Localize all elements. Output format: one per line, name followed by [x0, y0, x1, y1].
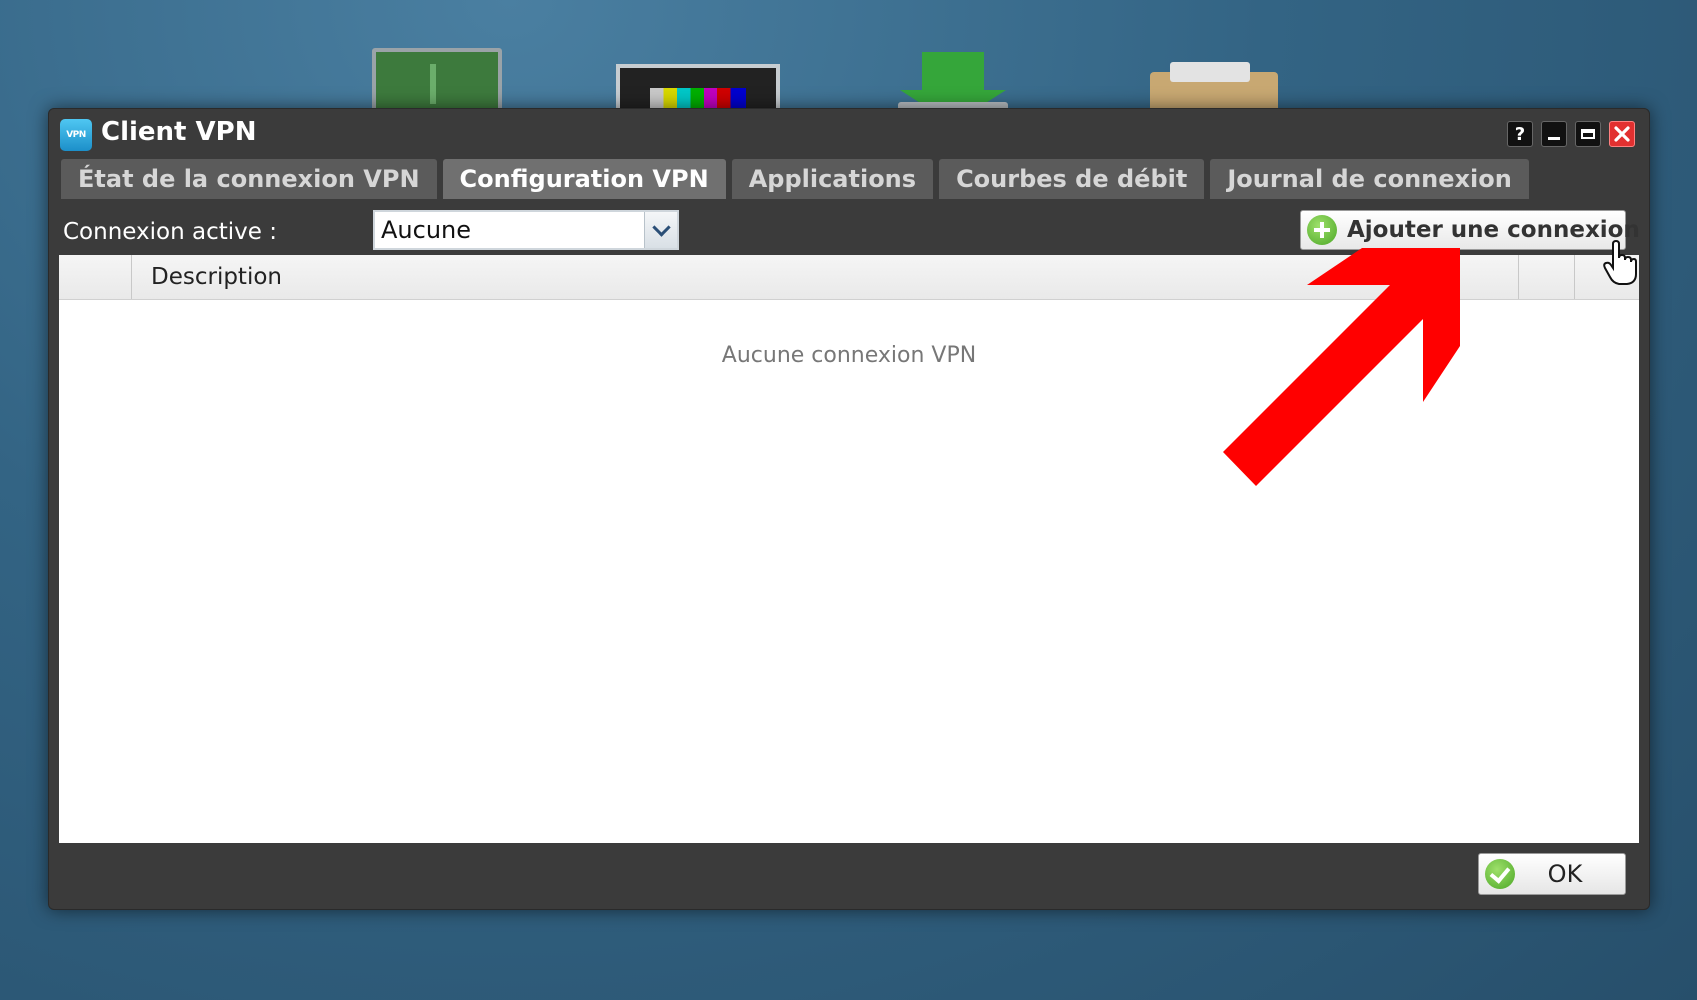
plus-icon	[1307, 215, 1337, 245]
table-header: Description	[59, 255, 1639, 300]
tab-courbes-debit[interactable]: Courbes de débit	[939, 159, 1205, 199]
connections-table: Description Aucune connexion VPN	[59, 255, 1639, 843]
help-button[interactable]: ?	[1507, 121, 1533, 147]
vpn-client-window: VPN Client VPN ? État de la connexion VP…	[48, 108, 1650, 910]
tab-bar: État de la connexion VPN Configuration V…	[61, 159, 1529, 201]
column-separator[interactable]	[1574, 255, 1575, 299]
add-connection-label: Ajouter une connexion	[1347, 217, 1640, 243]
hand-cursor-icon	[1603, 240, 1637, 285]
ok-button[interactable]: OK	[1478, 853, 1626, 895]
close-icon	[1614, 126, 1630, 142]
maximize-icon	[1581, 129, 1595, 139]
title-bar[interactable]: VPN Client VPN ?	[49, 109, 1649, 155]
vpn-app-icon: VPN	[60, 119, 92, 151]
add-connection-button[interactable]: Ajouter une connexion	[1300, 210, 1640, 250]
column-separator[interactable]	[131, 255, 132, 299]
active-connection-label: Connexion active :	[63, 219, 277, 245]
tab-journal-connexion[interactable]: Journal de connexion	[1210, 159, 1529, 199]
tab-applications[interactable]: Applications	[731, 159, 934, 199]
maximize-button[interactable]	[1575, 121, 1601, 147]
dropdown-button[interactable]	[644, 212, 677, 248]
check-icon	[1485, 859, 1515, 889]
tab-configuration-vpn[interactable]: Configuration VPN	[442, 159, 726, 199]
active-connection-value: Aucune	[381, 216, 472, 244]
empty-table-message: Aucune connexion VPN	[721, 343, 977, 368]
active-connection-select[interactable]: Aucune	[373, 210, 679, 250]
column-separator[interactable]	[1518, 255, 1519, 299]
minimize-button[interactable]	[1541, 121, 1567, 147]
tab-etat-connexion[interactable]: État de la connexion VPN	[61, 159, 437, 199]
close-button[interactable]	[1609, 121, 1635, 147]
column-header-description[interactable]: Description	[151, 264, 282, 290]
minimize-icon	[1548, 136, 1560, 140]
window-title: Client VPN	[101, 117, 257, 147]
chevron-down-icon	[651, 217, 671, 237]
ok-label: OK	[1547, 860, 1583, 888]
